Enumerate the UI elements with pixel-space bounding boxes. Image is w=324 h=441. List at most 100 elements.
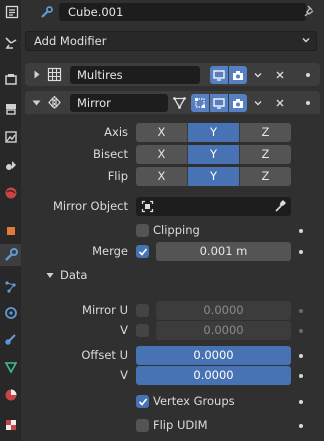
multires-remove-button[interactable] (271, 66, 289, 84)
chevron-down-icon (302, 38, 310, 43)
drag-handle-icon[interactable] (306, 101, 310, 105)
offset-u-label: Offset U (81, 348, 128, 362)
keyframe-dot-icon[interactable] (299, 229, 303, 233)
data-tab[interactable] (0, 356, 21, 378)
wrench-icon (41, 6, 53, 18)
mirror-panel-header[interactable]: Mirror (25, 91, 320, 114)
physics-tab[interactable] (0, 302, 21, 324)
collapse-arrow-icon (46, 273, 54, 278)
vertex-triangle-icon (172, 97, 186, 109)
offset-v-label: V (120, 368, 128, 382)
mirror-render-toggle[interactable] (229, 94, 247, 112)
particles-icon (4, 281, 16, 293)
checkmark-icon (138, 397, 147, 406)
offset-u-field[interactable]: 0.0000 (136, 346, 291, 365)
flip-z-toggle[interactable]: Z (240, 167, 291, 186)
keyframe-dot-icon[interactable] (299, 250, 303, 254)
object-tab[interactable] (0, 220, 21, 242)
checkmark-icon (138, 247, 147, 256)
output-tab[interactable] (0, 98, 21, 120)
render-tab[interactable] (0, 68, 21, 90)
camera-icon (233, 70, 243, 80)
data-icon (4, 362, 17, 374)
monitor-icon (213, 97, 225, 109)
flip-selector: X Y Z (136, 167, 291, 186)
world-tab[interactable] (0, 182, 21, 204)
mirror-v-checkbox[interactable] (136, 324, 149, 337)
keyframe-dot-icon[interactable] (299, 374, 303, 378)
bisect-y-toggle[interactable]: Y (188, 145, 240, 164)
vertex-groups-checkbox[interactable] (136, 395, 149, 408)
axis-label: Axis (104, 125, 128, 139)
mirror-name-field[interactable]: Mirror (70, 94, 168, 112)
world-icon (5, 187, 16, 199)
bisect-z-toggle[interactable]: Z (240, 145, 291, 164)
mirror-options-dropdown[interactable] (249, 94, 267, 112)
bisect-selector: X Y Z (136, 145, 291, 164)
material-tab[interactable] (0, 384, 21, 406)
mirror-u-offset-field[interactable]: 0.0000 (156, 301, 291, 320)
merge-checkbox[interactable] (136, 245, 149, 258)
axis-x-toggle[interactable]: X (136, 123, 188, 142)
keyframe-dot-icon[interactable] (299, 424, 303, 428)
bisect-label: Bisect (93, 147, 128, 161)
tool-icon (4, 37, 16, 49)
multires-realtime-toggle[interactable] (210, 66, 228, 84)
offset-v-field[interactable]: 0.0000 (136, 366, 291, 385)
merge-distance-field[interactable]: 0.001 m (156, 242, 291, 261)
clipping-checkbox[interactable] (136, 224, 149, 237)
data-subpanel-header[interactable]: Data (25, 264, 320, 286)
vertex-groups-label: Vertex Groups (153, 394, 235, 408)
tool-tab[interactable] (0, 32, 21, 54)
texture-icon (5, 420, 16, 430)
eyedropper-icon[interactable] (274, 200, 286, 213)
mirror-on-cage-toggle[interactable] (170, 94, 188, 112)
bisect-x-toggle[interactable]: X (136, 145, 188, 164)
add-modifier-dropdown[interactable]: Add Modifier (25, 31, 317, 51)
properties-tab-strip (0, 0, 21, 441)
mirror-u-checkbox[interactable] (136, 304, 149, 317)
drag-handle-icon[interactable] (306, 73, 310, 77)
expand-arrow-icon[interactable] (33, 70, 41, 79)
data-subpanel-label: Data (60, 268, 88, 282)
mirror-realtime-toggle[interactable] (210, 94, 228, 112)
physics-icon (4, 307, 17, 319)
collapse-arrow-icon[interactable] (32, 99, 41, 107)
texture-tab[interactable] (0, 414, 21, 436)
pin-icon[interactable] (303, 4, 317, 18)
constraints-tab[interactable] (0, 328, 21, 350)
mirror-panel-body: Axis X Y Z Bisect X Y Z Flip X Y Z Mirro… (25, 114, 320, 441)
mirror-v-offset-field[interactable]: 0.0000 (156, 321, 291, 340)
keyframe-dot-icon[interactable] (299, 329, 303, 333)
mirror-editmode-toggle[interactable] (191, 94, 209, 112)
properties-header: Cube.001 (21, 0, 324, 24)
scene-tab[interactable] (0, 154, 21, 176)
multires-icon (47, 67, 62, 82)
constraints-icon (4, 334, 16, 345)
monitor-icon (213, 69, 225, 81)
object-name: Cube.001 (68, 5, 124, 19)
flip-udim-checkbox[interactable] (136, 419, 149, 432)
mirror-name: Mirror (77, 96, 111, 110)
modifier-icon (4, 248, 18, 261)
axis-z-toggle[interactable]: Z (240, 123, 291, 142)
multires-name-field[interactable]: Multires (70, 66, 200, 84)
render-icon (4, 74, 17, 85)
flip-y-toggle[interactable]: Y (188, 167, 240, 186)
keyframe-dot-icon[interactable] (299, 309, 303, 313)
keyframe-dot-icon[interactable] (299, 400, 303, 404)
axis-y-toggle[interactable]: Y (188, 123, 240, 142)
object-name-field[interactable]: Cube.001 (59, 3, 306, 21)
flip-x-toggle[interactable]: X (136, 167, 188, 186)
particles-tab[interactable] (0, 276, 21, 298)
multires-options-dropdown[interactable] (249, 66, 267, 84)
multires-panel-header[interactable]: Multires (25, 63, 320, 86)
camera-icon (233, 98, 243, 108)
properties-editor-icon (5, 5, 19, 19)
modifier-tab[interactable] (0, 244, 21, 266)
mirror-remove-button[interactable] (271, 94, 289, 112)
mirror-object-field[interactable] (136, 197, 291, 216)
multires-render-toggle[interactable] (229, 66, 247, 84)
view-layer-tab[interactable] (0, 126, 21, 148)
keyframe-dot-icon[interactable] (299, 354, 303, 358)
